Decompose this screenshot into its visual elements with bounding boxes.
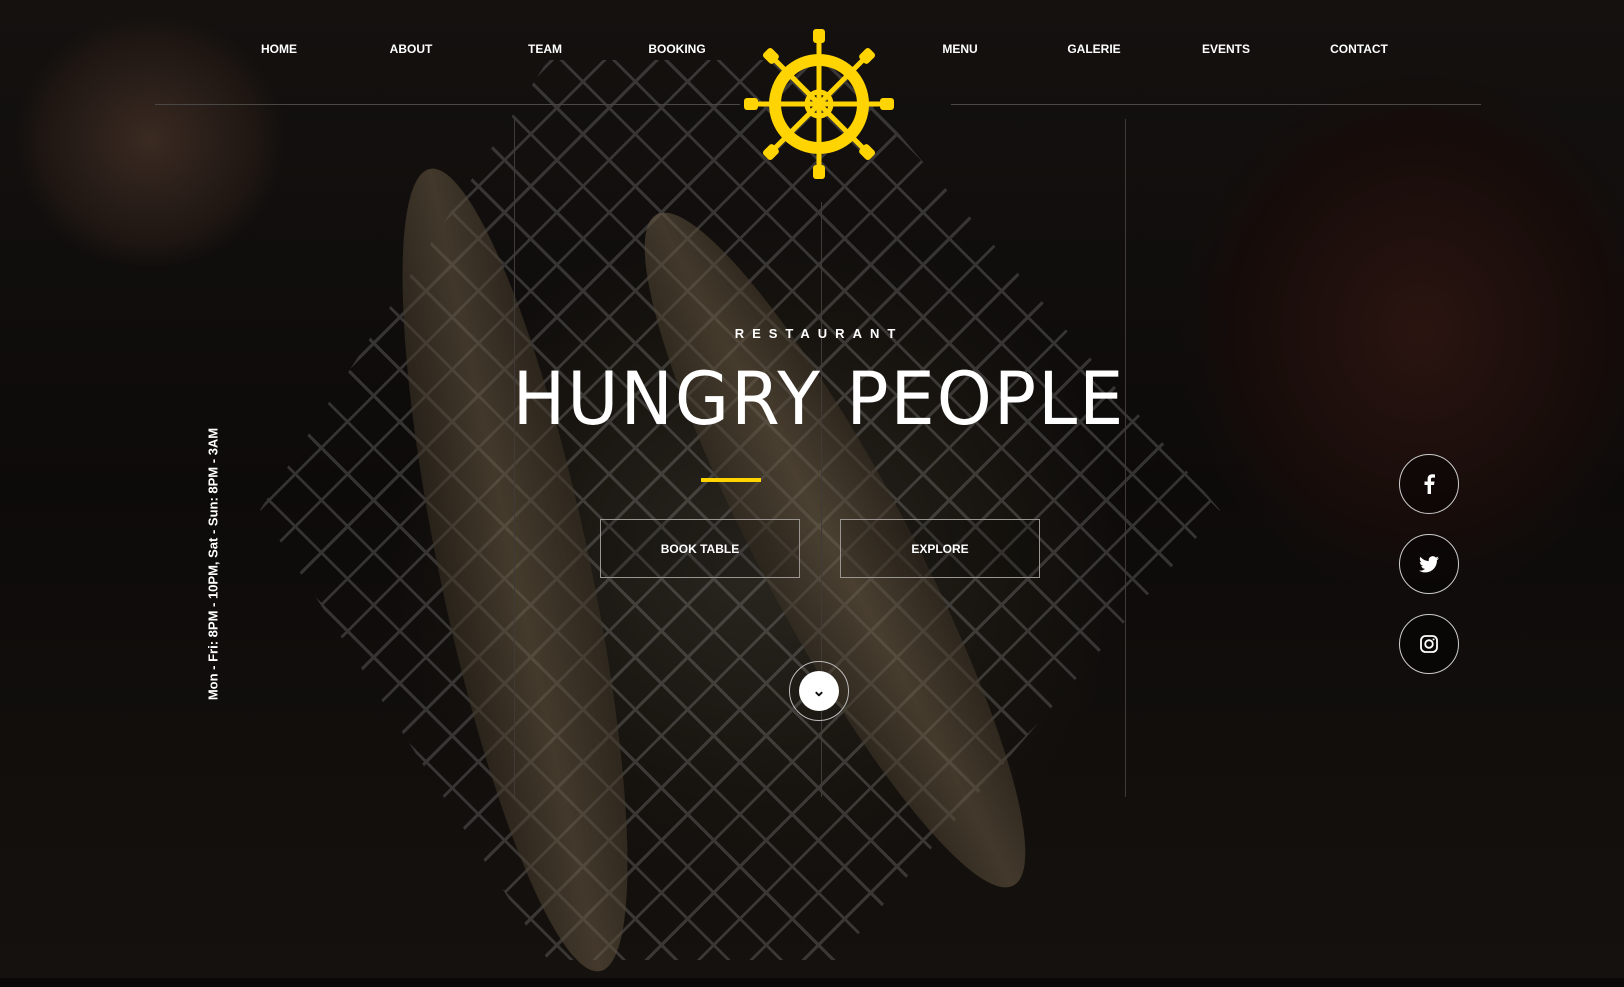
facebook-icon [1424,474,1435,494]
nav-events[interactable]: EVENTS [1202,42,1250,56]
hero-title: HUNGRY PEOPLE [512,355,1126,443]
divider [1125,119,1126,797]
divider [155,104,740,105]
facebook-button[interactable] [1399,454,1459,514]
instagram-icon [1420,635,1438,653]
divider [514,119,515,797]
chevron-down-icon: ⌄ [799,671,839,711]
divider [951,104,1481,105]
explore-button[interactable]: EXPLORE [840,519,1040,578]
nav-team[interactable]: TEAM [528,42,562,56]
nav-menu[interactable]: MENU [942,42,977,56]
nav-galerie[interactable]: GALERIE [1067,42,1120,56]
book-table-button[interactable]: BOOK TABLE [600,519,800,578]
nav-booking[interactable]: BOOKING [648,42,705,56]
ship-wheel-logo[interactable] [744,29,894,179]
scroll-down-button[interactable]: ⌄ [789,661,849,721]
nav-home[interactable]: HOME [261,42,297,56]
instagram-button[interactable] [1399,614,1459,674]
hero-subtitle: RESTAURANT [734,326,904,341]
opening-hours: Mon - Fri: 8PM - 10PM, Sat - Sun: 8PM - … [205,427,221,701]
accent-bar [701,478,761,482]
nav-contact[interactable]: CONTACT [1330,42,1388,56]
twitter-icon [1419,555,1439,572]
twitter-button[interactable] [1399,534,1459,594]
nav-about[interactable]: ABOUT [390,42,433,56]
